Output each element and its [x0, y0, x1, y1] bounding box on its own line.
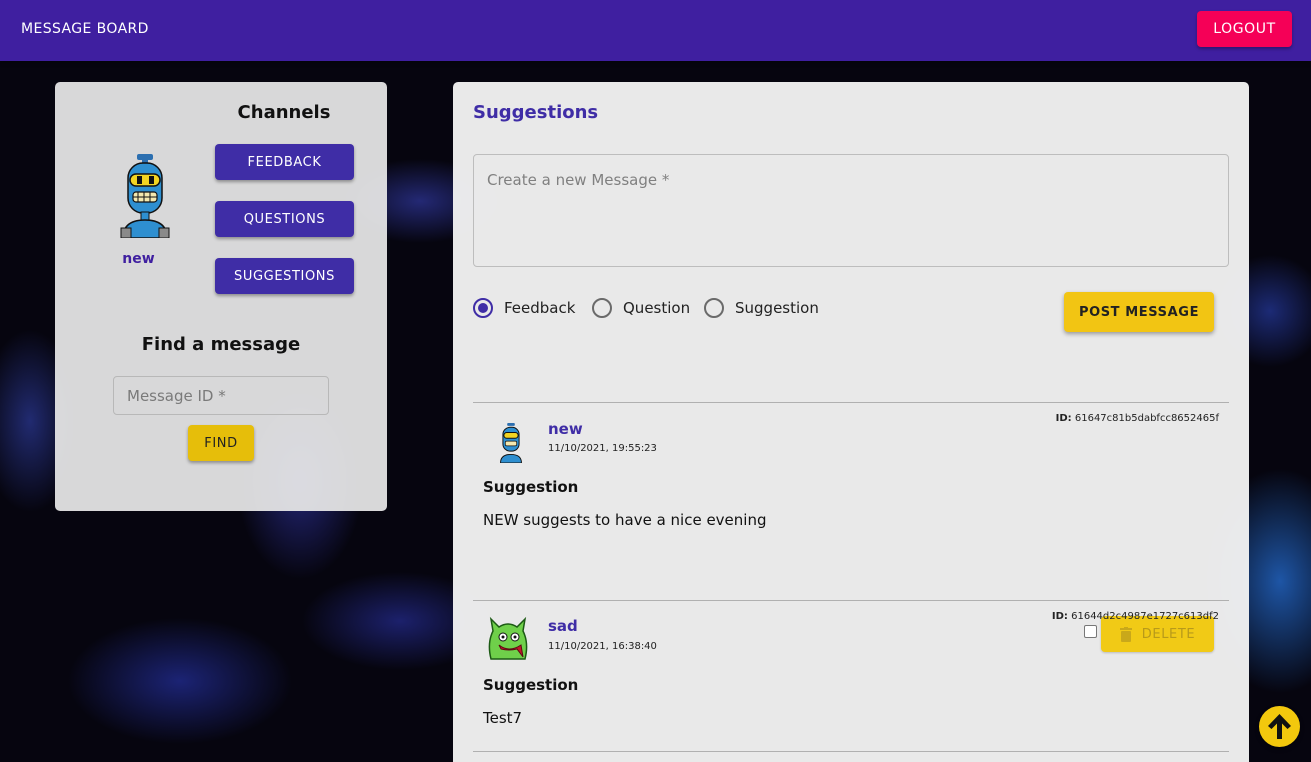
- channel-feedback-button[interactable]: FEEDBACK: [215, 144, 354, 180]
- find-message-heading: Find a message: [141, 334, 301, 355]
- radio-unchecked-icon[interactable]: [704, 298, 724, 318]
- radio-feedback[interactable]: Feedback: [473, 296, 575, 320]
- message-author: sad: [548, 617, 578, 635]
- user-avatar: [488, 616, 528, 660]
- arrow-up-icon: [1268, 714, 1291, 739]
- message-text: Test7: [483, 709, 523, 727]
- radio-question[interactable]: Question: [592, 296, 690, 320]
- message-card: new 11/10/2021, 19:55:23 ID: 61647c81b5d…: [473, 403, 1229, 652]
- find-button[interactable]: FIND: [188, 425, 254, 461]
- scroll-to-top-button[interactable]: [1259, 706, 1300, 747]
- radio-feedback-label: Feedback: [504, 299, 576, 317]
- radio-suggestion-label: Suggestion: [735, 299, 819, 317]
- user-avatar: [120, 154, 170, 238]
- message-timestamp: 11/10/2021, 16:38:40: [548, 641, 657, 652]
- post-message-button[interactable]: POST MESSAGE: [1064, 292, 1214, 332]
- current-user-name: new: [122, 251, 155, 267]
- radio-suggestion[interactable]: Suggestion: [704, 296, 819, 320]
- message-id-label: ID:: [1051, 611, 1068, 622]
- message-category: Suggestion: [483, 478, 579, 496]
- channel-title: Suggestions: [473, 102, 599, 123]
- message-id-label: ID:: [1055, 413, 1072, 424]
- message-author: new: [548, 420, 583, 438]
- message-id-input[interactable]: [113, 376, 329, 415]
- new-message-input[interactable]: [473, 154, 1229, 267]
- message-id-value: 61647c81b5dabfcc8652465f: [1074, 413, 1219, 424]
- logout-button[interactable]: LOGOUT: [1197, 11, 1292, 47]
- channels-heading: Channels: [237, 102, 331, 123]
- message-panel: Suggestions Feedback Question Suggestion…: [453, 82, 1249, 762]
- message-id: ID: 61647c81b5dabfcc8652465f: [1056, 413, 1219, 424]
- message-id: ID: 61644d2c4987e1727c613df2: [1052, 611, 1219, 622]
- radio-unchecked-icon[interactable]: [592, 298, 612, 318]
- radio-checked-icon[interactable]: [473, 298, 493, 318]
- app-title: MESSAGE BOARD: [21, 21, 149, 37]
- app-bar: MESSAGE BOARD LOGOUT: [0, 0, 1311, 61]
- message-divider: [473, 751, 1229, 752]
- user-avatar: [500, 423, 522, 463]
- message-id-value: 61644d2c4987e1727c613df2: [1071, 611, 1219, 622]
- sidebar-panel: new Channels FEEDBACK QUESTIONS SUGGESTI…: [55, 82, 387, 511]
- message-timestamp: 11/10/2021, 19:55:23: [548, 443, 657, 454]
- message-card: sad 11/10/2021, 16:38:40 ID: 61644d2c498…: [473, 601, 1229, 751]
- channel-suggestions-button[interactable]: SUGGESTIONS: [215, 258, 354, 294]
- message-category: Suggestion: [483, 676, 579, 694]
- radio-question-label: Question: [623, 299, 691, 317]
- channel-questions-button[interactable]: QUESTIONS: [215, 201, 354, 237]
- message-text: NEW suggests to have a nice evening: [483, 511, 767, 529]
